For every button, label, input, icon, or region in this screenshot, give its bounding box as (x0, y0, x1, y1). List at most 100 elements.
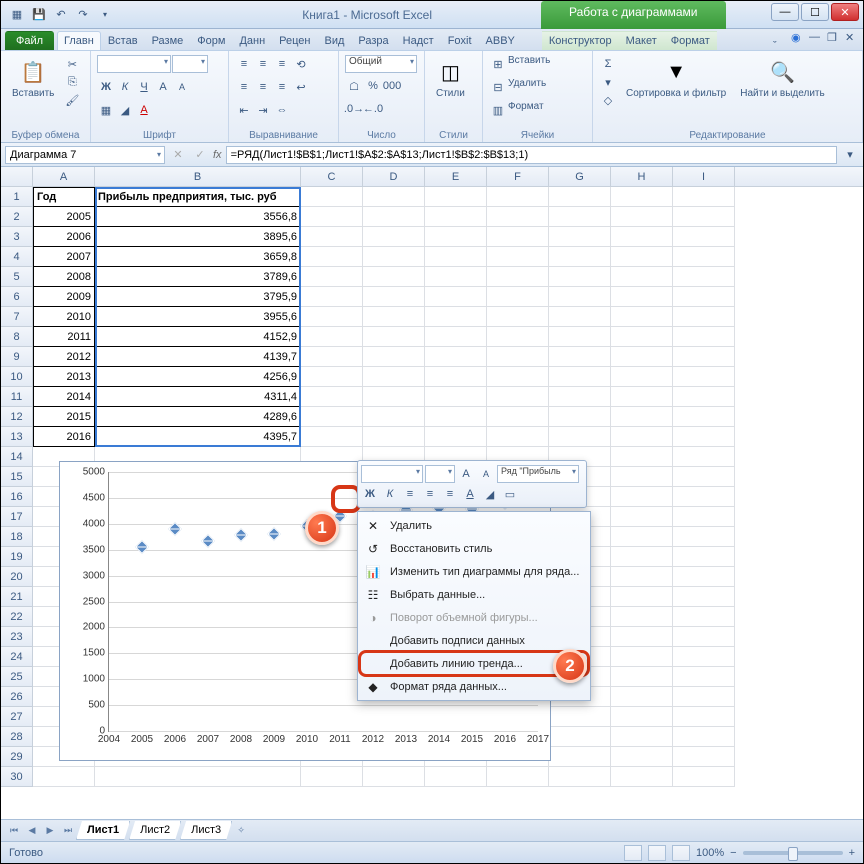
col-header[interactable]: D (363, 167, 425, 187)
cell[interactable] (425, 387, 487, 407)
cell[interactable]: 2013 (33, 367, 95, 387)
cell[interactable] (611, 727, 673, 747)
cell[interactable] (487, 187, 549, 207)
cell[interactable]: 4289,6 (95, 407, 301, 427)
align-right-icon[interactable]: ≡ (441, 485, 459, 503)
cell[interactable] (673, 607, 735, 627)
cell[interactable] (363, 207, 425, 227)
save-icon[interactable]: 💾 (29, 5, 49, 25)
cell[interactable] (673, 647, 735, 667)
cell[interactable] (487, 207, 549, 227)
sheet-nav-next-icon[interactable]: ▶ (41, 822, 59, 840)
cell[interactable] (301, 307, 363, 327)
cell[interactable] (611, 627, 673, 647)
cell[interactable] (487, 307, 549, 327)
cell[interactable] (487, 327, 549, 347)
cell[interactable] (549, 267, 611, 287)
row-header[interactable]: 19 (1, 547, 33, 567)
row-header[interactable]: 9 (1, 347, 33, 367)
cell[interactable]: 2016 (33, 427, 95, 447)
cell[interactable] (611, 667, 673, 687)
cell[interactable] (611, 187, 673, 207)
qat-customize-icon[interactable]: ▾ (95, 5, 115, 25)
cell[interactable] (33, 767, 95, 787)
cell[interactable] (363, 287, 425, 307)
col-header[interactable]: B (95, 167, 301, 187)
enter-formula-icon[interactable]: ✓ (191, 146, 209, 164)
cell[interactable] (425, 207, 487, 227)
cell[interactable] (673, 627, 735, 647)
dec-decimal-icon[interactable]: ←.0 (364, 100, 382, 118)
cell[interactable] (425, 407, 487, 427)
cell[interactable] (549, 227, 611, 247)
cell[interactable] (363, 427, 425, 447)
cell[interactable]: 3895,6 (95, 227, 301, 247)
shrink-font-icon[interactable]: A (477, 465, 495, 483)
cell[interactable]: 2010 (33, 307, 95, 327)
name-box[interactable]: Диаграмма 7 (5, 146, 165, 164)
cell[interactable] (363, 347, 425, 367)
row-header[interactable]: 20 (1, 567, 33, 587)
clear-icon[interactable]: ◇ (599, 91, 617, 109)
cell[interactable] (549, 347, 611, 367)
cell[interactable] (611, 407, 673, 427)
undo-icon[interactable]: ↶ (51, 5, 71, 25)
format-painter-icon[interactable]: 🖌 (63, 91, 81, 109)
cell[interactable] (301, 387, 363, 407)
font-color-icon[interactable]: A (461, 485, 479, 503)
mdi-close-icon[interactable]: ✕ (845, 31, 859, 45)
cell[interactable] (611, 527, 673, 547)
cell[interactable] (425, 307, 487, 327)
zoom-out-icon[interactable]: − (730, 847, 736, 859)
cell[interactable] (549, 307, 611, 327)
cell[interactable] (487, 227, 549, 247)
cell[interactable] (611, 547, 673, 567)
font-color-icon[interactable]: A (135, 101, 153, 119)
cell[interactable] (611, 327, 673, 347)
cell[interactable] (673, 367, 735, 387)
tab-foxit[interactable]: Foxit (441, 31, 479, 50)
copy-icon[interactable]: ⎘ (63, 73, 81, 91)
col-header[interactable]: C (301, 167, 363, 187)
row-header[interactable]: 24 (1, 647, 33, 667)
minimize-button[interactable]: — (771, 3, 799, 21)
cell[interactable] (487, 767, 549, 787)
cell[interactable] (673, 547, 735, 567)
row-header[interactable]: 11 (1, 387, 33, 407)
row-header[interactable]: 29 (1, 747, 33, 767)
align-top-icon[interactable]: ≡ (235, 55, 253, 73)
align-left-icon[interactable]: ≡ (401, 485, 419, 503)
sheet-tab[interactable]: Лист3 (180, 821, 232, 840)
cell[interactable] (673, 207, 735, 227)
align-center-icon[interactable]: ≡ (254, 78, 272, 96)
cell[interactable] (549, 387, 611, 407)
cell[interactable] (673, 187, 735, 207)
data-point[interactable] (234, 528, 248, 542)
data-point[interactable] (267, 527, 281, 541)
sheet-nav-last-icon[interactable]: ⏭ (59, 822, 77, 840)
row-header[interactable]: 13 (1, 427, 33, 447)
cell[interactable] (363, 227, 425, 247)
cell[interactable] (301, 267, 363, 287)
cancel-formula-icon[interactable]: ✕ (169, 146, 187, 164)
tab-разра[interactable]: Разра (351, 31, 395, 50)
align-center-icon[interactable]: ≡ (421, 485, 439, 503)
cell[interactable] (673, 467, 735, 487)
cell[interactable] (487, 267, 549, 287)
row-header[interactable]: 3 (1, 227, 33, 247)
data-point[interactable] (201, 534, 215, 548)
cell[interactable] (611, 307, 673, 327)
redo-icon[interactable]: ↷ (73, 5, 93, 25)
cell[interactable]: 3795,9 (95, 287, 301, 307)
col-header[interactable]: E (425, 167, 487, 187)
cell[interactable]: 2014 (33, 387, 95, 407)
cell[interactable] (301, 227, 363, 247)
cell[interactable] (611, 647, 673, 667)
spreadsheet-grid[interactable]: ABCDEFGHI 1ГодПрибыль предприятия, тыс. … (1, 167, 863, 807)
menu-item[interactable]: ↺Восстановить стиль (360, 537, 588, 560)
cell[interactable]: 3556,8 (95, 207, 301, 227)
cell[interactable] (487, 407, 549, 427)
cell[interactable] (363, 767, 425, 787)
cell[interactable] (301, 347, 363, 367)
align-bot-icon[interactable]: ≡ (273, 55, 291, 73)
